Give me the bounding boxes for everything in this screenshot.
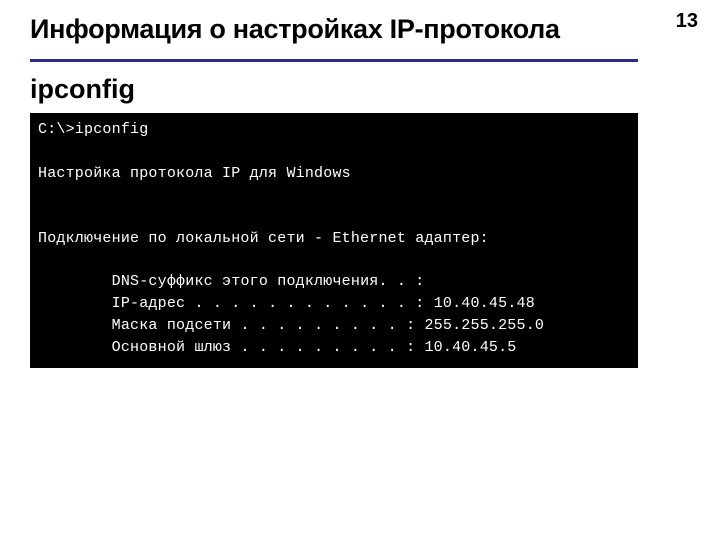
terminal-row-label: Маска подсети [112,317,232,334]
terminal-row-label: DNS-суффикс этого подключения [112,273,379,290]
terminal-row-label: IP-адрес [112,295,186,312]
terminal-row-label: Основной шлюз [112,339,232,356]
terminal-row-value: 255.255.255.0 [424,317,544,334]
header: Информация о настройках IP-протокола [0,0,640,59]
terminal-row-dots: . . . . . . . . . : [240,317,415,334]
title-underline [30,59,638,62]
terminal-window: C:\>ipconfig Настройка протокола IP для … [30,113,638,368]
terminal-row-dots: . . . . . . . . . : [240,339,415,356]
terminal-row-dots: . . : [378,273,424,290]
terminal-adapter: Подключение по локальной сети - Ethernet… [38,230,489,247]
terminal-row-dots: . . . . . . . . . . . . : [194,295,424,312]
terminal-heading: Настройка протокола IP для Windows [38,165,351,182]
terminal-row-value: 10.40.45.5 [424,339,516,356]
command-name: ipconfig [0,72,720,113]
terminal-prompt: C:\>ipconfig [38,121,148,138]
page-number: 13 [676,10,698,33]
page-title: Информация о настройках IP-протокола [30,14,610,53]
terminal-row-value: 10.40.45.48 [434,295,535,312]
